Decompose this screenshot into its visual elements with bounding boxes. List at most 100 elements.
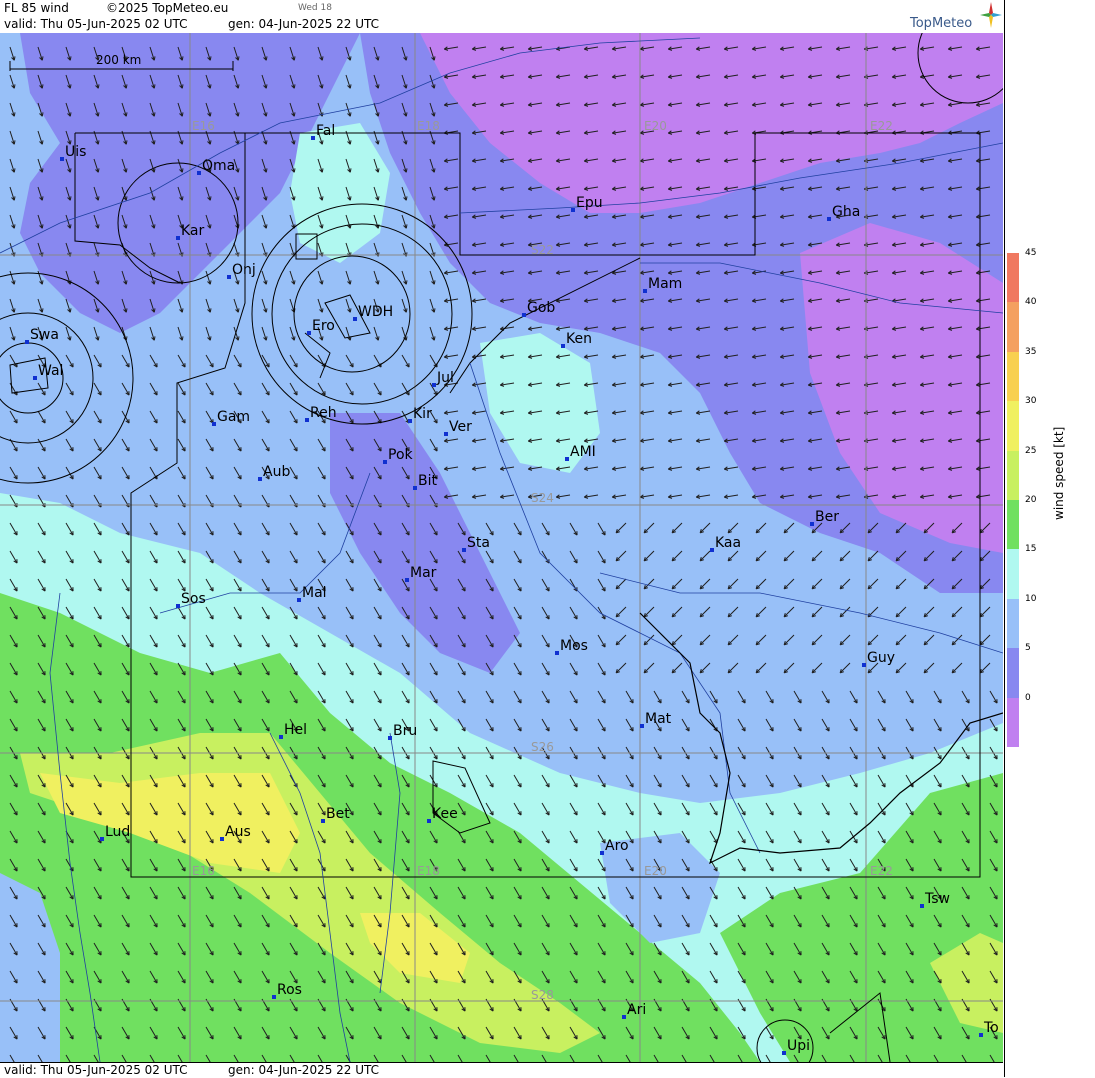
legend-tick-label: 15 xyxy=(1025,544,1037,555)
place-marker-ami xyxy=(565,457,569,461)
place-marker-wal xyxy=(33,376,37,380)
place-label-ber: Ber xyxy=(815,509,839,525)
wind-speed-legend: 45 40 35 30 25 20 15 10 5 0 xyxy=(1004,0,1095,1077)
place-label-onj: Onj xyxy=(232,262,256,278)
place-marker-pok xyxy=(383,460,387,464)
place-label-mam: Mam xyxy=(648,276,682,292)
lon-label: E20 xyxy=(644,864,667,878)
scale-bar-label: 200 km xyxy=(96,53,141,67)
place-label-ver: Ver xyxy=(449,419,472,435)
place-marker-kee xyxy=(427,819,431,823)
place-label-kaa: Kaa xyxy=(715,535,741,551)
place-label-bru: Bru xyxy=(393,723,417,739)
place-marker-mat xyxy=(640,724,644,728)
place-marker-wdh xyxy=(353,317,357,321)
place-marker-guy xyxy=(862,663,866,667)
place-label-aus: Aus xyxy=(225,824,251,840)
place-label-ari: Ari xyxy=(627,1002,646,1018)
place-marker-tsw xyxy=(920,904,924,908)
lon-label: E22 xyxy=(870,119,893,133)
place-label-bet: Bet xyxy=(326,806,350,822)
copyright: ©2025 TopMeteo.eu xyxy=(106,1,229,15)
place-label-sta: Sta xyxy=(467,535,490,551)
place-label-ros: Ros xyxy=(277,982,302,998)
place-marker-kaa xyxy=(710,548,714,552)
place-marker-reh xyxy=(305,418,309,422)
brand-name: TopMeteo xyxy=(910,16,973,31)
place-label-wal: Wal xyxy=(38,363,63,379)
place-label-jul: Jul xyxy=(436,370,454,386)
place-marker-bit xyxy=(413,486,417,490)
legend-tick-label: 45 xyxy=(1025,248,1037,258)
place-marker-ber xyxy=(810,522,814,526)
place-marker-upi xyxy=(782,1051,786,1055)
legend-color-bar xyxy=(1007,253,1019,747)
footer-generated-time: gen: 04-Jun-2025 22 UTC xyxy=(228,1063,380,1077)
legend-tick-label: 35 xyxy=(1025,346,1037,357)
place-label-kir: Kir xyxy=(413,406,432,422)
place-label-fal: Fal xyxy=(316,123,335,139)
footer-valid-time: valid: Thu 05-Jun-2025 02 UTC xyxy=(4,1063,188,1077)
place-marker-sos xyxy=(176,604,180,608)
legend-swatch xyxy=(1007,450,1019,500)
place-label-swa: Swa xyxy=(30,327,59,343)
place-marker-ken xyxy=(561,344,565,348)
place-marker-mal xyxy=(297,598,301,602)
legend-swatch xyxy=(1007,302,1019,352)
place-marker-gob xyxy=(522,313,526,317)
legend-swatch xyxy=(1007,648,1019,698)
lat-label: S24 xyxy=(531,491,554,505)
place-marker-bru xyxy=(388,736,392,740)
legend-swatch xyxy=(1007,500,1019,550)
place-marker-to xyxy=(979,1033,983,1037)
legend-swatch xyxy=(1007,549,1019,599)
place-marker-mar xyxy=(405,578,409,582)
place-marker-ero xyxy=(307,331,311,335)
legend-swatch xyxy=(1007,598,1019,649)
place-label-guy: Guy xyxy=(867,650,895,666)
legend-tick-label: 25 xyxy=(1025,445,1037,456)
place-label-gam: Gam xyxy=(217,409,250,425)
place-label-pok: Pok xyxy=(388,447,414,463)
place-marker-aub xyxy=(258,477,262,481)
place-label-reh: Reh xyxy=(310,405,337,421)
place-marker-hel xyxy=(279,735,283,739)
place-marker-kir xyxy=(408,419,412,423)
place-label-upi: Upi xyxy=(787,1038,810,1054)
place-label-wdh: WDH xyxy=(358,304,393,320)
lon-label: E20 xyxy=(644,119,667,133)
valid-time: valid: Thu 05-Jun-2025 02 UTC xyxy=(4,17,188,31)
place-label-ken: Ken xyxy=(566,331,592,347)
place-label-bit: Bit xyxy=(418,473,437,489)
place-label-mat: Mat xyxy=(645,711,672,727)
lon-label: E16 xyxy=(192,119,215,133)
place-label-mal: Mal xyxy=(302,585,327,601)
place-marker-oma xyxy=(197,171,201,175)
legend-swatch xyxy=(1007,351,1019,402)
wind-map: E16 E18 E20 E22 E16 E18 E20 E22 S22 S24 … xyxy=(0,33,1003,1062)
place-marker-kar xyxy=(176,236,180,240)
place-marker-gam xyxy=(212,422,216,426)
lon-label: E18 xyxy=(417,119,440,133)
legend-tick-label: 30 xyxy=(1025,396,1037,407)
place-marker-jul xyxy=(432,383,436,387)
legend-tick-label: 20 xyxy=(1025,495,1037,505)
generated-time: gen: 04-Jun-2025 22 UTC xyxy=(228,17,380,31)
legend-tick-label: 5 xyxy=(1025,643,1031,654)
place-label-mar: Mar xyxy=(410,565,437,581)
place-label-kee: Kee xyxy=(432,806,458,822)
place-label-aub: Aub xyxy=(263,464,290,480)
place-marker-gha xyxy=(827,217,831,221)
day-tag: Wed 18 xyxy=(298,3,332,13)
place-marker-ver xyxy=(444,432,448,436)
place-marker-aro xyxy=(600,851,604,855)
place-label-mos: Mos xyxy=(560,638,588,654)
lon-label: E16 xyxy=(192,864,215,878)
place-label-gha: Gha xyxy=(832,204,860,220)
legend-swatch xyxy=(1007,697,1019,747)
place-marker-epu xyxy=(571,208,575,212)
place-label-epu: Epu xyxy=(576,195,603,211)
legend-swatch xyxy=(1007,401,1019,451)
lat-label: S28 xyxy=(531,988,554,1002)
place-marker-bet xyxy=(321,819,325,823)
